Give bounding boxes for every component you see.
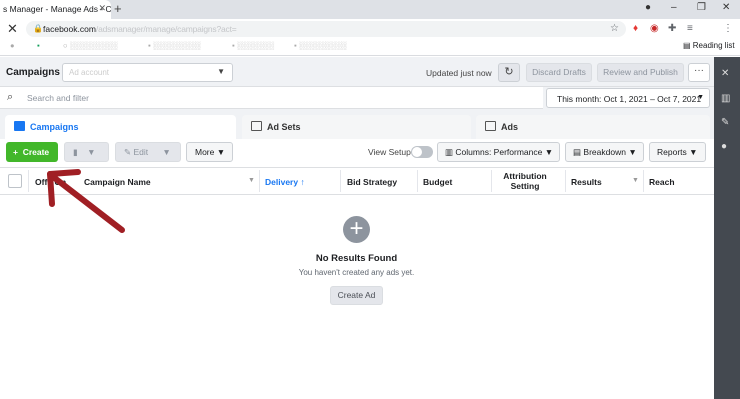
discard-drafts-button[interactable]: Discard Drafts <box>526 63 592 82</box>
chevron-down-icon: ▼ <box>628 147 637 157</box>
column-header-budget[interactable]: Budget <box>423 177 452 187</box>
extension-icon[interactable]: ◉ <box>650 23 659 34</box>
columns-icon: ▥ <box>445 147 454 157</box>
duplicate-icon: ▮ <box>73 147 78 157</box>
url-domain: facebook.com <box>43 24 96 34</box>
page-title: Campaigns <box>6 67 60 78</box>
column-header-reach[interactable]: Reach <box>649 177 675 187</box>
search-input[interactable]: Search and filter <box>27 93 89 103</box>
tab-title: s Manager - Manage Ads - Ca <box>3 4 111 14</box>
date-range-text: This month: Oct 1, 2021 – Oct 7, 2021 <box>557 94 702 104</box>
browser-tab-strip <box>0 0 740 19</box>
chevron-down-icon: ▼ <box>162 147 171 157</box>
more-options-button[interactable]: ··· <box>688 63 710 82</box>
edit-button[interactable]: ✎ Edit ▼ <box>115 142 181 162</box>
create-button[interactable]: + Create <box>6 142 58 162</box>
empty-state-subtitle: You haven't created any ads yet. <box>298 268 415 277</box>
close-icon[interactable]: ✕ <box>721 68 729 79</box>
review-publish-button[interactable]: Review and Publish <box>597 63 684 82</box>
chevron-down-icon: ▼ <box>689 147 698 157</box>
duplicate-button[interactable]: ▮ ▼ <box>64 142 109 162</box>
chart-icon[interactable]: ▥ <box>721 93 730 104</box>
chevron-down-icon: ▼ <box>697 94 704 101</box>
reports-button[interactable]: Reports ▼ <box>649 142 706 162</box>
history-icon[interactable]: ● <box>721 141 727 152</box>
puzzle-icon[interactable]: ✚ <box>668 23 676 34</box>
column-divider <box>491 170 492 192</box>
updated-status: Updated just now <box>426 68 492 78</box>
column-divider <box>417 170 418 192</box>
campaign-icon <box>14 121 25 131</box>
bookmark-item[interactable]: ▪ ░░░░░░░░░ <box>148 41 201 50</box>
breakdown-button[interactable]: ▤ Breakdown ▼ <box>565 142 644 162</box>
tab-ad-sets[interactable]: Ad Sets <box>242 115 471 139</box>
column-header-delivery[interactable]: Delivery ↑ <box>265 177 305 187</box>
bookmark-item[interactable]: ▪ <box>37 41 40 50</box>
url-path: /adsmanager/manage/campaigns?act= <box>95 24 237 34</box>
empty-state-title: No Results Found <box>315 253 398 264</box>
sort-chevron-icon[interactable]: ▼ <box>632 177 639 184</box>
chevron-down-icon: ▼ <box>544 147 554 157</box>
chevron-down-icon: ▼ <box>216 147 226 157</box>
sort-chevron-icon[interactable]: ▼ <box>248 177 255 184</box>
account-name: Ad account <box>69 68 110 77</box>
chevron-down-icon: ▼ <box>87 147 96 157</box>
more-dropdown-button[interactable]: More ▼ <box>186 142 233 162</box>
column-header-attribution-setting[interactable]: Attribution Setting <box>497 171 553 191</box>
bookmark-item[interactable]: ● <box>10 41 15 50</box>
view-setup-label: View Setup <box>368 147 411 157</box>
search-icon: ⌕ <box>7 91 14 103</box>
chevron-down-icon: ▼ <box>217 67 225 76</box>
column-divider <box>28 170 29 192</box>
plus-circle-icon: + <box>343 216 370 243</box>
browser-tab[interactable]: s Manager - Manage Ads - Ca ✕ <box>0 0 111 19</box>
create-ad-button[interactable]: Create Ad <box>330 286 383 305</box>
date-range-picker[interactable]: This month: Oct 1, 2021 – Oct 7, 2021 ▼ <box>546 88 710 108</box>
menu-icon[interactable]: ⋮ <box>723 23 733 34</box>
annotation-arrow-icon <box>47 169 125 233</box>
view-setup-toggle[interactable] <box>411 146 433 158</box>
refresh-button[interactable]: ↻ <box>498 63 520 82</box>
bookmark-star-icon[interactable]: ☆ <box>610 23 619 34</box>
ads-icon <box>485 121 496 131</box>
column-divider <box>340 170 341 192</box>
stop-icon[interactable]: ✕ <box>7 21 18 37</box>
ad-sets-icon <box>251 121 262 131</box>
lock-icon[interactable]: 🔒 <box>33 24 43 33</box>
url-bar[interactable]: facebook.com/adsmanager/manage/campaigns… <box>26 21 626 37</box>
close-tab-icon[interactable]: ✕ <box>98 3 106 14</box>
bookmark-item[interactable]: ▪ ░░░░░░░ <box>232 41 274 50</box>
column-header-results[interactable]: Results <box>571 177 602 187</box>
close-window-icon[interactable]: ✕ <box>722 2 730 13</box>
right-sidebar <box>714 57 740 399</box>
bookmark-item[interactable]: ○ ░░░░░░░░░ <box>63 41 117 50</box>
edit-pencil-icon[interactable]: ✎ <box>721 117 729 128</box>
minimize-icon[interactable]: – <box>671 2 677 13</box>
tab-campaigns[interactable]: Campaigns <box>5 115 236 141</box>
breakdown-icon: ▤ <box>573 147 582 157</box>
profile-icon[interactable]: ● <box>645 2 651 13</box>
sort-up-icon: ↑ <box>300 177 305 187</box>
maximize-icon[interactable]: ❐ <box>697 2 706 13</box>
column-header-bid-strategy[interactable]: Bid Strategy <box>347 177 397 187</box>
column-divider <box>643 170 644 192</box>
toggle-knob <box>412 147 422 157</box>
pencil-icon: ✎ <box>124 147 132 157</box>
new-tab-icon[interactable]: + <box>114 1 122 16</box>
tab-ads[interactable]: Ads <box>476 115 710 139</box>
playlist-icon[interactable]: ≡ <box>687 23 693 34</box>
account-selector[interactable]: Ad account ▼ <box>62 63 233 82</box>
reading-list[interactable]: ▤ Reading list <box>683 41 735 50</box>
column-divider <box>565 170 566 192</box>
select-all-checkbox[interactable] <box>8 174 22 188</box>
columns-button[interactable]: ▥ Columns: Performance ▼ <box>437 142 560 162</box>
extension-icon[interactable]: ♦ <box>633 23 638 34</box>
bookmark-item[interactable]: ▪ ░░░░░░░░░ <box>294 41 347 50</box>
column-divider <box>259 170 260 192</box>
